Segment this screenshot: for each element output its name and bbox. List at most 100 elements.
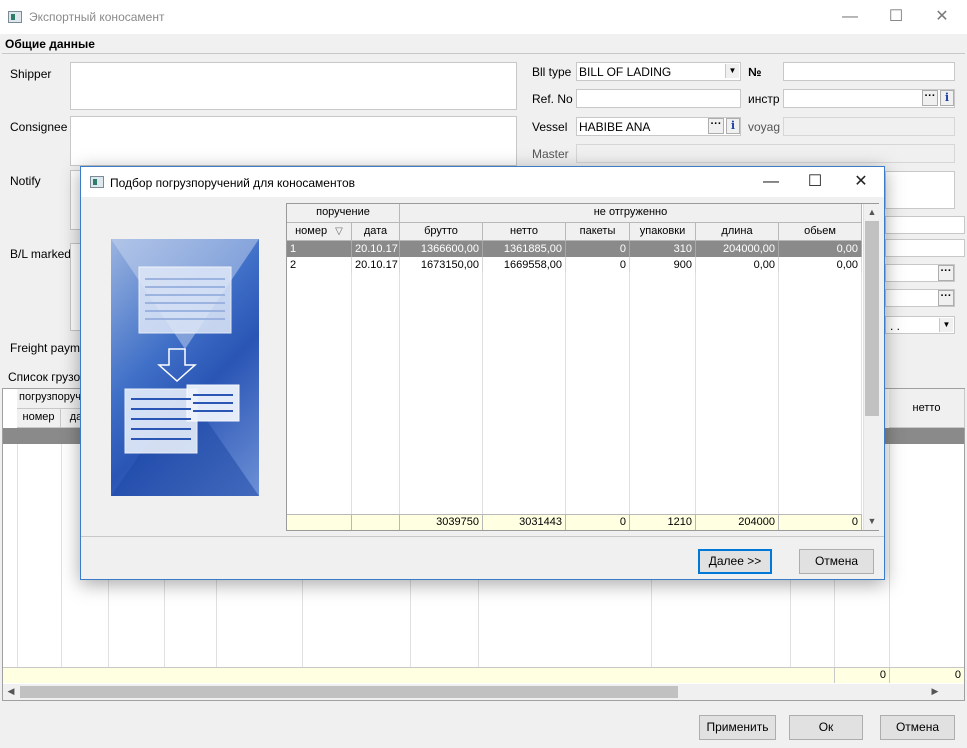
col-upakovki[interactable]: упаковки xyxy=(630,223,696,241)
vertical-scrollbar[interactable]: ▲ ▼ xyxy=(863,204,879,530)
cell-pakety: 0 xyxy=(566,241,630,257)
ellipsis-button[interactable]: ··· xyxy=(938,265,954,281)
number-label: № xyxy=(748,65,762,79)
chevron-down-icon[interactable]: ▼ xyxy=(725,64,739,78)
maximize-button[interactable]: ☐ xyxy=(873,4,919,32)
col-data[interactable]: дата xyxy=(352,223,400,241)
bl-marked-label: B/L marked xyxy=(10,247,71,261)
col-nomer[interactable]: номер xyxy=(17,409,61,428)
minimize-button[interactable]: — xyxy=(827,4,873,32)
vessel-field[interactable]: HABIBE ANA ··· i xyxy=(576,117,741,136)
grid-line xyxy=(61,444,62,667)
total-pakety: 0 xyxy=(566,514,630,530)
col-pakety[interactable]: пакеты xyxy=(566,223,630,241)
cancel-button[interactable]: Отмена xyxy=(880,715,955,740)
dialog-cancel-button[interactable]: Отмена xyxy=(799,549,874,574)
total-cell-empty xyxy=(287,514,352,530)
window-title: Экспортный коносамент xyxy=(29,10,165,24)
right-text-field[interactable] xyxy=(885,171,955,209)
scroll-right-icon[interactable]: ▶ xyxy=(929,686,941,697)
scroll-left-icon[interactable]: ◀ xyxy=(5,686,17,697)
total-cell-empty xyxy=(352,514,400,530)
col-netto[interactable]: нетто xyxy=(889,389,965,428)
right-lookup-field-2[interactable]: ··· xyxy=(885,289,955,307)
cell-dlina: 0,00 xyxy=(696,257,779,273)
shipper-field[interactable] xyxy=(70,62,517,110)
total-brutto: 3039750 xyxy=(400,514,483,530)
grid-line xyxy=(695,273,696,514)
grid-line xyxy=(629,273,630,514)
cell-data: 20.10.17 xyxy=(352,241,400,257)
master-field xyxy=(576,144,955,163)
cell-obem: 0,00 xyxy=(779,241,862,257)
dialog-divider xyxy=(81,536,884,537)
right-field-2[interactable] xyxy=(885,216,965,234)
close-button[interactable]: ✕ xyxy=(919,4,965,32)
next-button[interactable]: Далее >> xyxy=(698,549,772,574)
general-section-title: Общие данные xyxy=(5,37,95,51)
grid-line xyxy=(778,273,779,514)
table-row[interactable]: 1 20.10.17 1366600,00 1361885,00 0 310 2… xyxy=(287,241,862,257)
section-divider xyxy=(2,53,965,54)
cell-data: 20.10.17 xyxy=(352,257,400,273)
ellipsis-button[interactable]: ··· xyxy=(938,290,954,306)
dialog-title: Подбор погрузпоручений для коносаментов xyxy=(110,176,356,190)
scroll-down-icon[interactable]: ▼ xyxy=(866,516,878,526)
info-icon[interactable]: i xyxy=(726,118,740,134)
cell-dlina: 204000,00 xyxy=(696,241,779,257)
sort-icon[interactable]: ▽ xyxy=(335,226,343,237)
master-label: Master xyxy=(532,147,569,161)
horizontal-scrollbar[interactable]: ◀ ▶ xyxy=(3,684,964,700)
col-dlina[interactable]: длина xyxy=(696,223,779,241)
total-upakovki: 1210 xyxy=(630,514,696,530)
instr-label: инстр xyxy=(748,92,780,106)
bl-type-select[interactable]: BILL OF LADING ▼ xyxy=(576,62,741,81)
chevron-down-icon[interactable]: ▼ xyxy=(939,318,953,332)
consignee-field[interactable] xyxy=(70,116,517,166)
right-field-3[interactable] xyxy=(885,239,965,257)
dialog-maximize-button[interactable]: ☐ xyxy=(792,169,838,197)
scrollbar-thumb[interactable] xyxy=(20,686,678,698)
grid-line xyxy=(889,444,890,667)
freight-payment-label: Freight paymer xyxy=(10,341,91,355)
cell-nomer: 1 xyxy=(287,241,352,257)
right-combo-field[interactable]: . . ▼ xyxy=(885,316,955,334)
ellipsis-button[interactable]: ··· xyxy=(922,90,938,106)
grid-line xyxy=(17,444,18,667)
grid-line xyxy=(861,273,862,514)
instr-field[interactable]: ··· i xyxy=(783,89,955,108)
cell-netto: 1669558,00 xyxy=(483,257,566,273)
info-icon[interactable]: i xyxy=(940,90,954,106)
grid-line xyxy=(351,273,352,514)
number-field[interactable] xyxy=(783,62,955,81)
group-order-header: поручение xyxy=(287,204,400,223)
bl-type-value: BILL OF LADING xyxy=(579,65,672,79)
dialog-minimize-button[interactable]: — xyxy=(748,169,794,197)
scrollbar-thumb[interactable] xyxy=(865,221,879,416)
total-cell: 0 xyxy=(834,668,889,683)
table-row[interactable]: 2 20.10.17 1673150,00 1669558,00 0 900 0… xyxy=(287,257,862,273)
ok-button[interactable]: Ок xyxy=(789,715,863,740)
order-selection-grid[interactable]: поручение не отгруженно номер ▽ дата бру… xyxy=(286,203,879,531)
dialog-app-icon xyxy=(90,176,104,188)
notify-label: Notify xyxy=(10,174,41,188)
apply-button[interactable]: Применить xyxy=(699,715,776,740)
col-netto[interactable]: нетто xyxy=(483,223,566,241)
bl-type-label: Bll type xyxy=(532,65,572,79)
combo-partial-value: . . xyxy=(890,319,901,333)
voyage-label: voyag xyxy=(748,120,781,134)
dialog-close-button[interactable]: ✕ xyxy=(838,169,884,197)
right-lookup-field-1[interactable]: ··· xyxy=(885,264,955,282)
col-brutto[interactable]: брутто xyxy=(400,223,483,241)
ellipsis-button[interactable]: ··· xyxy=(708,118,724,134)
ref-no-field[interactable] xyxy=(576,89,741,108)
scroll-up-icon[interactable]: ▲ xyxy=(866,207,878,217)
col-obem[interactable]: обьем xyxy=(779,223,862,241)
cell-brutto: 1366600,00 xyxy=(400,241,483,257)
consignee-label: Consignee xyxy=(10,120,68,134)
grid-line xyxy=(565,273,566,514)
col-nomer[interactable]: номер ▽ xyxy=(287,223,352,241)
cargo-list-title: Список грузо xyxy=(8,370,81,384)
shipper-label: Shipper xyxy=(10,67,52,81)
cell-nomer: 2 xyxy=(287,257,352,273)
